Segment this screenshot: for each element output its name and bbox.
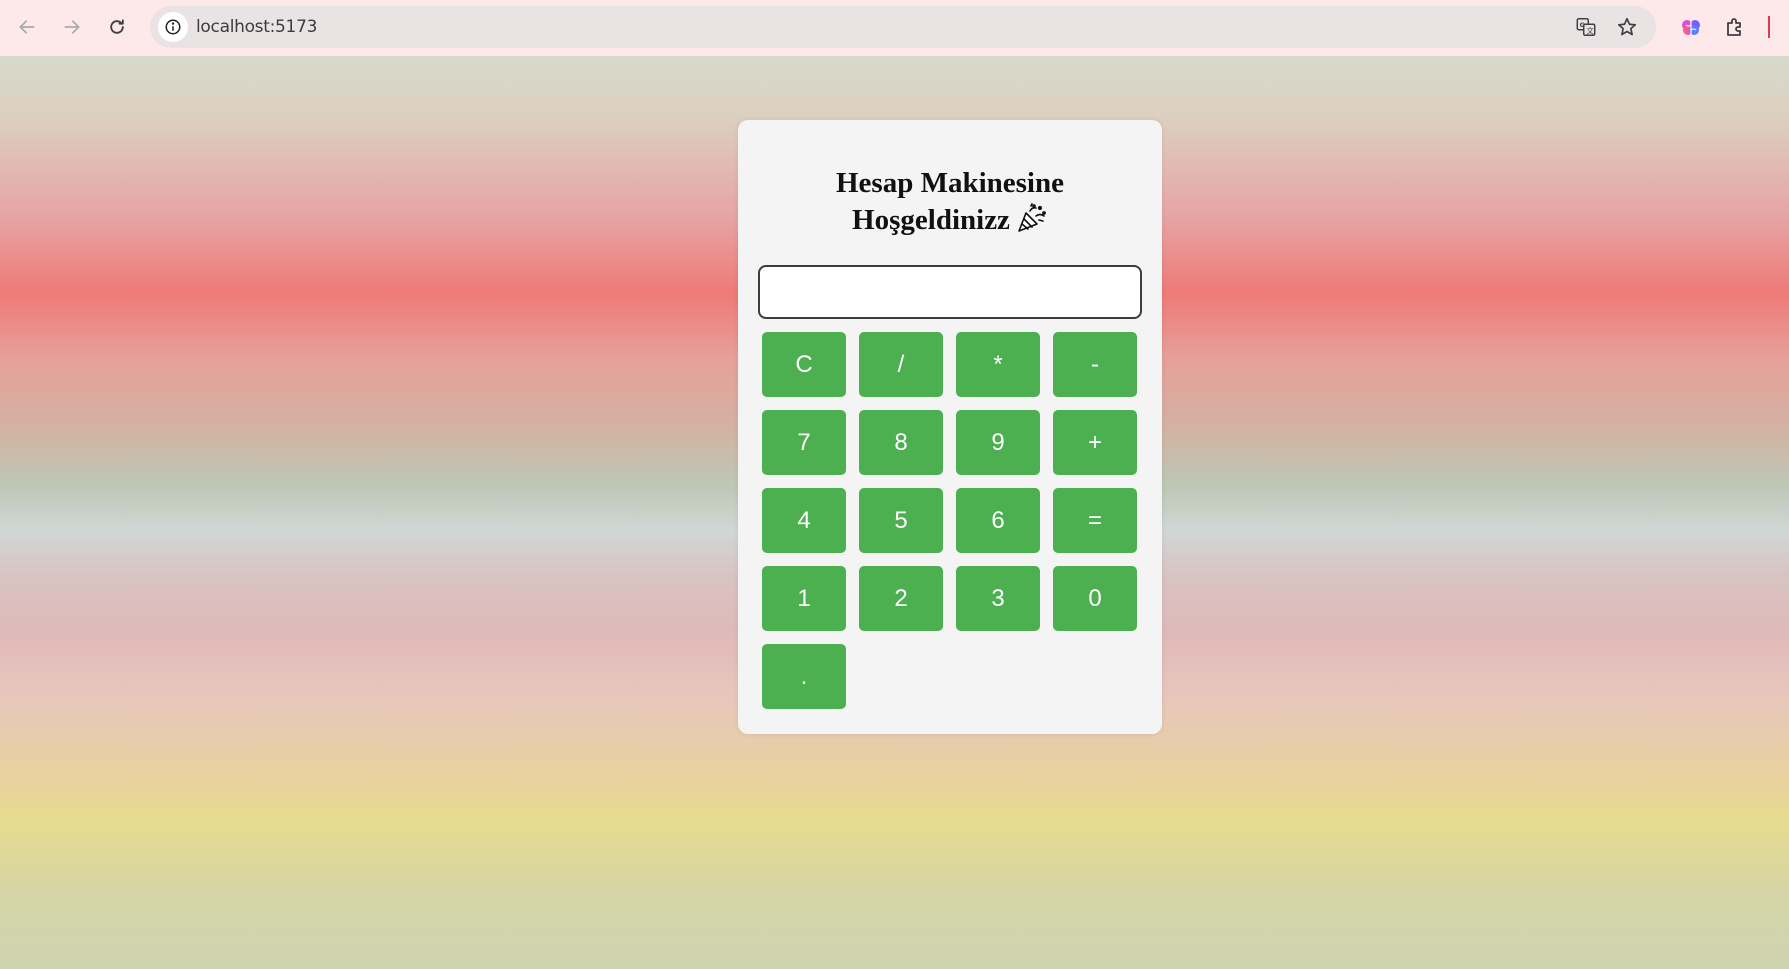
page-background: Hesap Makinesine Hoşgeldinizz C / * - 7 …: [0, 56, 1789, 969]
digit-0-button[interactable]: 0: [1053, 566, 1137, 631]
subtract-button[interactable]: -: [1053, 332, 1137, 397]
forward-button[interactable]: [55, 10, 89, 44]
calculator-display[interactable]: [758, 265, 1142, 319]
brain-extension-icon: [1682, 20, 1700, 35]
digit-5-button[interactable]: 5: [859, 488, 943, 553]
site-info-button[interactable]: [158, 12, 188, 42]
multiply-button[interactable]: *: [956, 332, 1040, 397]
equals-button[interactable]: =: [1053, 488, 1137, 553]
digit-9-button[interactable]: 9: [956, 410, 1040, 475]
page-title: Hesap Makinesine Hoşgeldinizz: [738, 165, 1162, 243]
add-button[interactable]: +: [1053, 410, 1137, 475]
digit-1-button[interactable]: 1: [762, 566, 846, 631]
digit-6-button[interactable]: 6: [956, 488, 1040, 553]
bookmark-button[interactable]: [1615, 15, 1639, 39]
reload-button[interactable]: [100, 10, 134, 44]
arrow-left-icon: [19, 20, 35, 34]
address-bar[interactable]: localhost:5173 G文: [150, 6, 1656, 48]
puzzle-icon: [1727, 18, 1741, 36]
digit-4-button[interactable]: 4: [762, 488, 846, 553]
decimal-button[interactable]: .: [762, 644, 846, 709]
browser-toolbar: localhost:5173 G文: [0, 0, 1789, 56]
star-icon: [1617, 17, 1637, 36]
digit-3-button[interactable]: 3: [956, 566, 1040, 631]
digit-8-button[interactable]: 8: [859, 410, 943, 475]
translate-button[interactable]: G文: [1574, 15, 1598, 39]
svg-text:文: 文: [1586, 26, 1594, 35]
title-line-2: Hoşgeldinizz: [852, 204, 1010, 236]
title-line-2-wrap: Hoşgeldinizz: [738, 202, 1162, 243]
info-icon: [165, 19, 181, 35]
brain-extension-button[interactable]: [1677, 13, 1705, 41]
divide-button[interactable]: /: [859, 332, 943, 397]
translate-icon: G文: [1576, 18, 1596, 36]
digit-7-button[interactable]: 7: [762, 410, 846, 475]
reload-icon: [110, 19, 124, 34]
digit-2-button[interactable]: 2: [859, 566, 943, 631]
extensions-button[interactable]: [1721, 13, 1749, 41]
clear-button[interactable]: C: [762, 332, 846, 397]
calculator-card: Hesap Makinesine Hoşgeldinizz C / * - 7 …: [738, 120, 1162, 734]
arrow-right-icon: [64, 20, 80, 34]
svg-text:G: G: [1580, 21, 1585, 29]
title-line-1: Hesap Makinesine: [836, 167, 1064, 199]
url-text[interactable]: localhost:5173: [196, 17, 317, 37]
profile-indicator: [1768, 16, 1770, 38]
party-popper-icon: [1016, 203, 1048, 243]
back-button[interactable]: [10, 10, 44, 44]
